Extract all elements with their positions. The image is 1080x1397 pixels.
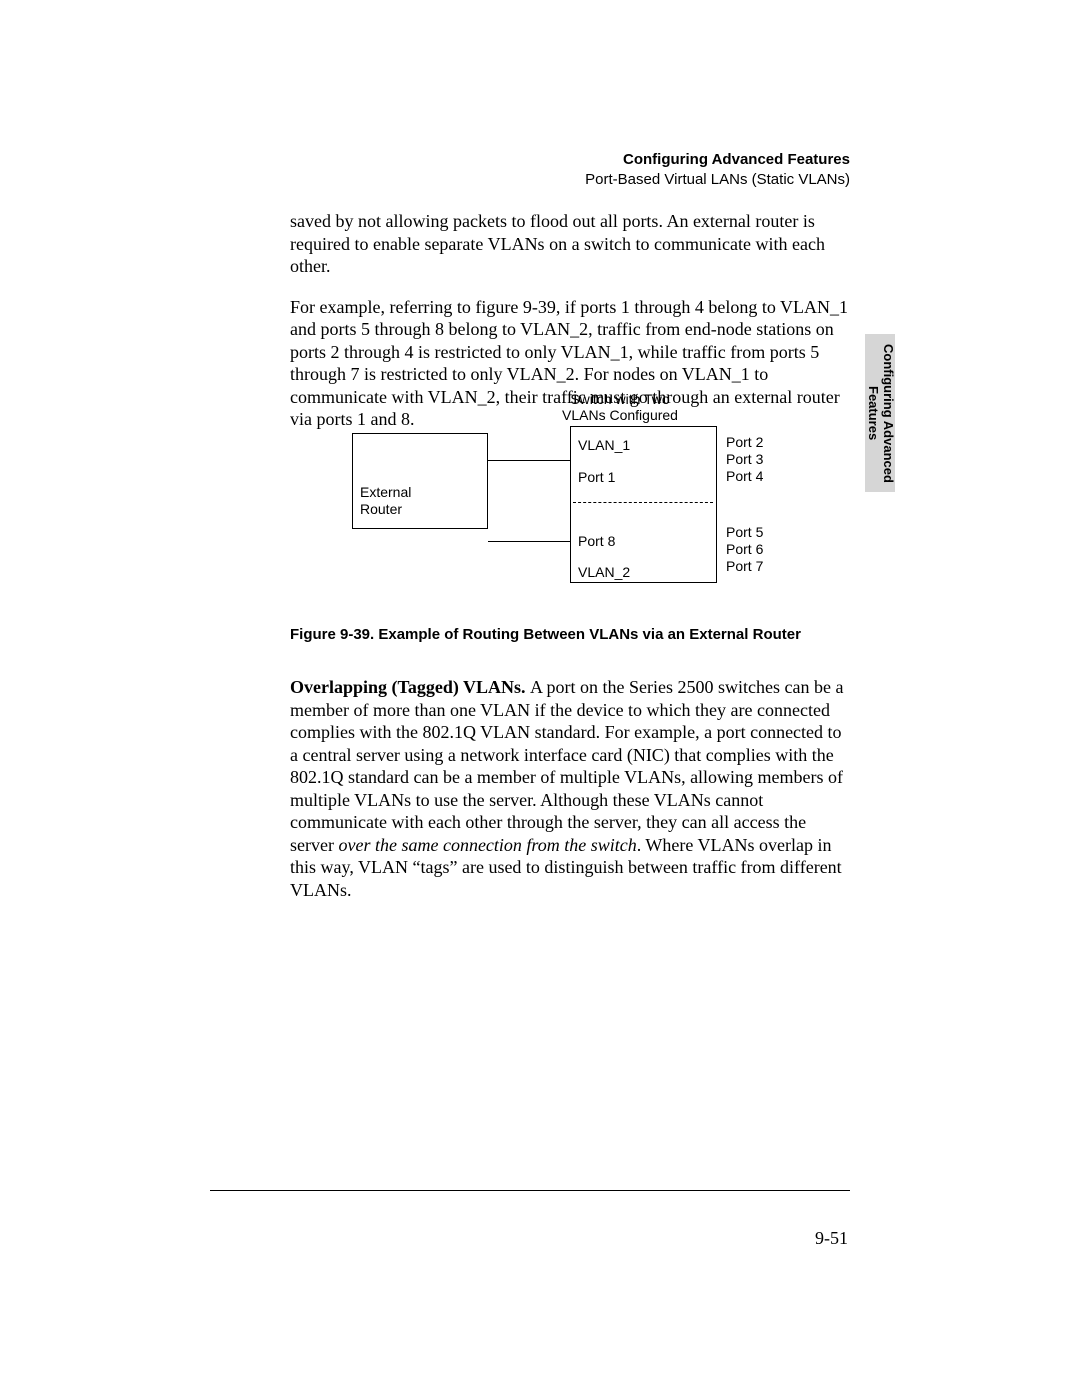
vlan1-label: VLAN_1 — [578, 437, 630, 453]
port6-label: Port 6 — [726, 541, 763, 557]
figure-9-39: Switch with Two VLANs Configured Externa… — [290, 386, 850, 606]
router-label-line1: External — [360, 484, 411, 500]
switch-label-line1: Switch with Two — [570, 391, 669, 407]
port2-label: Port 2 — [726, 434, 763, 450]
figure-caption: Figure 9-39. Example of Routing Between … — [290, 626, 850, 643]
page-number: 9-51 — [815, 1228, 848, 1249]
ports-top-group: Port 2 Port 3 Port 4 — [726, 434, 763, 484]
paragraph-1: saved by not allowing packets to flood o… — [290, 210, 850, 278]
link-line-top — [488, 460, 570, 461]
overlap-heading: Overlapping (Tagged) VLANs. — [290, 677, 530, 697]
side-tab-label: Configuring Advanced Features — [865, 344, 895, 483]
page: Configuring Advanced Features Port-Based… — [0, 0, 1080, 1397]
port3-label: Port 3 — [726, 451, 763, 467]
switch-divider — [573, 502, 713, 504]
ports-bottom-group: Port 5 Port 6 Port 7 — [726, 524, 763, 574]
header-subtitle: Port-Based Virtual LANs (Static VLANs) — [585, 170, 850, 190]
page-header: Configuring Advanced Features Port-Based… — [585, 150, 850, 189]
overlap-italic: over the same connection from the switch — [338, 835, 636, 855]
switch-label: Switch with Two VLANs Configured — [520, 391, 720, 423]
vlan2-label: VLAN_2 — [578, 564, 630, 580]
header-title: Configuring Advanced Features — [585, 150, 850, 170]
footer-rule — [210, 1190, 850, 1191]
router-label: External Router — [360, 484, 411, 518]
port4-label: Port 4 — [726, 468, 763, 484]
router-label-line2: Router — [360, 501, 402, 517]
switch-label-line2: VLANs Configured — [562, 407, 678, 423]
overlap-text-a: A port on the Series 2500 switches can b… — [290, 677, 843, 855]
port7-label: Port 7 — [726, 558, 763, 574]
port5-label: Port 5 — [726, 524, 763, 540]
port8-label: Port 8 — [578, 533, 615, 549]
port1-label: Port 1 — [578, 469, 615, 485]
side-tab: Configuring Advanced Features — [865, 334, 895, 492]
link-line-bottom — [488, 541, 570, 542]
overlapping-vlans-paragraph: Overlapping (Tagged) VLANs. A port on th… — [290, 658, 850, 919]
